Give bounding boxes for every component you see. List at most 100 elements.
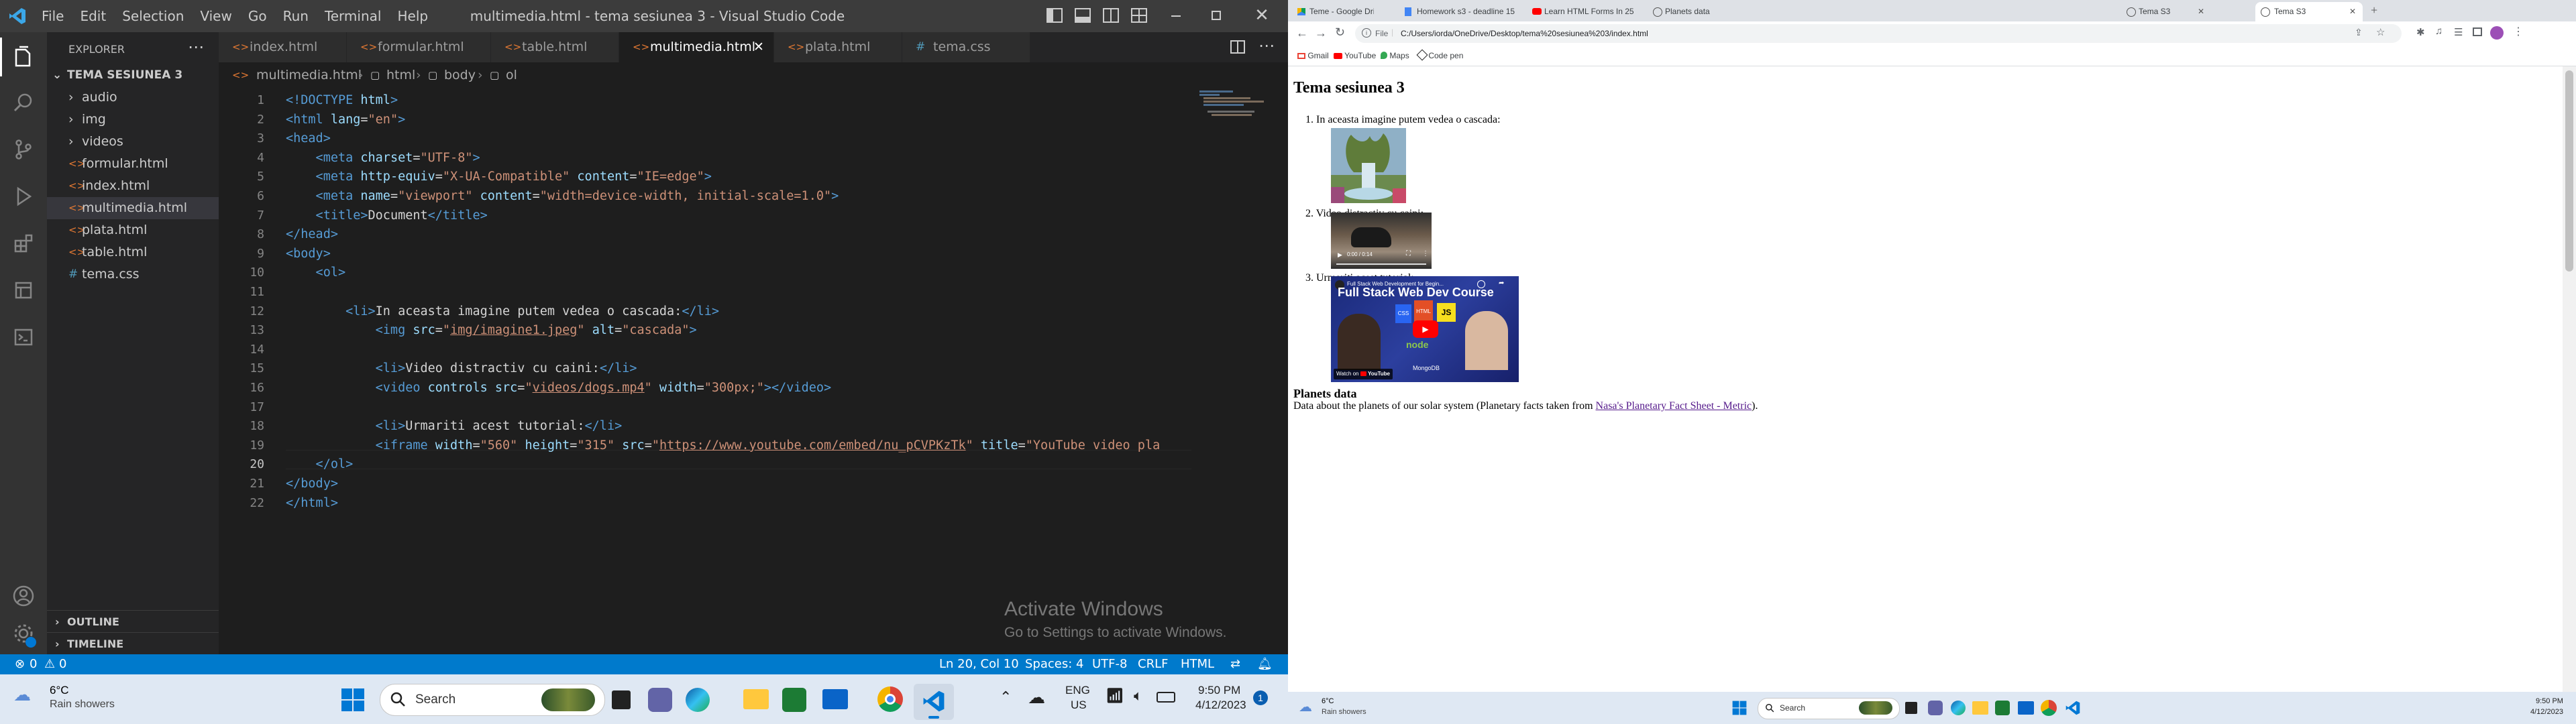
tab-multimedia-html[interactable]: <> multimedia.html ✕ [619,32,774,62]
info-icon[interactable]: i [1362,28,1371,38]
code-line[interactable]: <head> [286,131,331,145]
onedrive-icon[interactable]: ☁ [1028,688,1045,708]
tab-tema-css[interactable]: # tema.css [902,32,1030,62]
restore-icon[interactable] [1212,11,1221,20]
code-line[interactable]: <!DOCTYPE html> [286,93,398,107]
more-actions-icon[interactable]: ⋯ [1258,36,1275,55]
taskbar-search-box[interactable]: Search [1758,698,1900,719]
code-editor[interactable]: <!DOCTYPE html> <html lang="en"> <head> <m… [286,88,1191,624]
tree-item-plata-html[interactable]: <> plata.html [47,219,219,241]
close-tab-icon[interactable]: ✕ [2198,2,2204,21]
code-line[interactable]: <html lang="en"> [286,113,405,127]
breadcrumb-body[interactable]: body [444,62,476,88]
language-indicator-line1[interactable]: ENG [1065,684,1090,697]
tab-table-html[interactable]: <> table.html [491,32,619,62]
extensions-icon[interactable] [7,227,40,260]
toggle-panel-icon[interactable] [1075,8,1091,23]
menu-view[interactable]: View [192,0,239,32]
indentation[interactable]: Spaces: 4 [1025,654,1083,674]
code-line[interactable]: <meta name="viewport" content="width=dev… [286,189,839,203]
remote-explorer-icon[interactable] [7,274,40,307]
video-player[interactable]: ▶ 0:00 / 0:14 ⛶ ⋮ [1331,213,1432,269]
weather-icon[interactable]: ☁ [13,685,31,705]
task-view-icon[interactable] [1905,702,1917,714]
explorer-more-icon[interactable]: ⋯ [188,38,204,56]
show-hidden-icons[interactable]: ⌃ [1000,689,1012,706]
nasa-fact-sheet-link[interactable]: Nasa's Planetary Fact Sheet - Metric [1596,400,1752,412]
breadcrumb-file[interactable]: multimedia.html [256,62,362,88]
address-bar[interactable]: i File | C:/Users/iorda/OneDrive/Desktop… [1355,24,2402,43]
account-icon[interactable] [7,579,40,613]
tree-item-audio[interactable]: › audio [47,86,219,109]
code-line[interactable]: </head> [286,227,338,241]
code-line[interactable]: <li>Urmariti acest tutorial:</li> [286,419,623,433]
chrome-tab-planets-data[interactable]: Planets data [1649,2,1756,21]
code-line[interactable]: <li>In aceasta imagine putem vedea o cas… [286,304,719,318]
code-line[interactable]: <img src="img/imagine1.jpeg" alt="cascad… [286,323,697,337]
bookmark-code-pen[interactable]: Code pen [1416,49,1463,61]
mail-icon[interactable] [822,689,848,709]
tab-plata-html[interactable]: <> plata.html [774,32,902,62]
tree-item-table-html[interactable]: <> table.html [47,241,219,263]
outline-section[interactable]: › OUTLINE [47,610,219,633]
chrome-tab-tema-s3-active[interactable]: Tema S3 ✕ [2255,2,2363,21]
cursor-position[interactable]: Ln 20, Col 10 [939,654,1019,674]
explorer-section-header[interactable]: ⌄ TEMA SESIUNEA 3 [47,64,219,86]
toggle-sidebar-icon[interactable] [1046,8,1063,23]
weather-temp[interactable]: 6°C [1322,697,1334,705]
menu-edit[interactable]: Edit [72,0,114,32]
mail-icon[interactable] [2018,701,2034,715]
live-share-icon[interactable]: ⇄ [1230,654,1240,674]
code-line[interactable]: </ol> [286,457,354,471]
back-icon[interactable]: ← [1296,26,1308,40]
code-line[interactable]: </html> [286,496,338,510]
manage-gear-icon[interactable] [7,617,40,650]
wifi-icon[interactable]: 📶︎ [1106,688,1124,705]
vscode-taskbar-active[interactable] [914,684,954,720]
code-line[interactable]: <li>Video distractiv cu caini:</li> [286,361,637,375]
tree-item-multimedia-html[interactable]: <> multimedia.html [47,197,219,219]
chrome-menu-icon[interactable]: ⋮ [2513,25,2524,38]
taskbar-search-box[interactable]: Search [380,684,605,716]
code-line[interactable]: <title>Document</title> [286,208,488,223]
youtube-embed[interactable]: Full Stack Web Development for Begin... … [1331,276,1519,382]
editor-scrollbar[interactable] [1279,88,1288,654]
warning-icon[interactable]: ⚠ [44,654,55,674]
weather-text[interactable]: Rain showers [1322,708,1366,716]
menu-file[interactable]: File [34,0,72,32]
chrome-taskbar-icon[interactable] [2041,700,2057,716]
volume-icon[interactable]: 🔈︎ [1134,688,1142,705]
warning-count[interactable]: 0 [59,654,66,674]
menu-run[interactable]: Run [275,0,317,32]
menu-go[interactable]: Go [240,0,275,32]
notification-badge[interactable]: 1 [1253,690,1268,705]
play-icon[interactable]: ▶ [1338,251,1342,259]
line-ending[interactable]: CRLF [1138,654,1168,674]
media-control-icon[interactable]: ♫ [2435,26,2443,38]
code-line[interactable]: <meta charset="UTF-8"> [286,151,480,165]
clock-date[interactable]: 4/12/2023 [2530,708,2563,716]
yt-watch-on-button[interactable]: Watch on YouTube [1334,369,1393,379]
chrome-taskbar-icon[interactable] [877,686,903,712]
breadcrumb-ol[interactable]: ol [506,62,517,88]
code-line[interactable]: <body> [286,247,331,261]
share-icon[interactable]: ⇪ [2355,27,2363,38]
tree-item-formular-html[interactable]: <> formular.html [47,153,219,175]
page-scrollbar-thumb[interactable] [2565,70,2573,272]
search-icon[interactable] [7,86,40,119]
reading-list-icon[interactable]: ☰ [2454,26,2463,39]
terminal-icon[interactable] [7,320,40,354]
tab-formular-html[interactable]: <> formular.html [347,32,491,62]
code-line[interactable]: <meta http-equiv="X-UA-Compatible" conte… [286,170,712,184]
code-line[interactable]: </body> [286,477,338,491]
vscode-taskbar-icon[interactable] [2065,700,2081,719]
minimap[interactable] [1194,88,1275,222]
code-line[interactable]: <ol> [286,265,346,280]
code-line[interactable]: <iframe width="560" height="315" src="ht… [286,438,1161,452]
weather-icon[interactable]: ☁ [1299,699,1312,715]
breadcrumb-html[interactable]: html [386,62,415,88]
close-window-icon[interactable]: ✕ [1252,5,1272,25]
bookmark-gmail[interactable]: Gmail [1297,51,1329,60]
yt-watch-later-icon[interactable] [1477,280,1485,288]
menu-terminal[interactable]: Terminal [317,0,390,32]
